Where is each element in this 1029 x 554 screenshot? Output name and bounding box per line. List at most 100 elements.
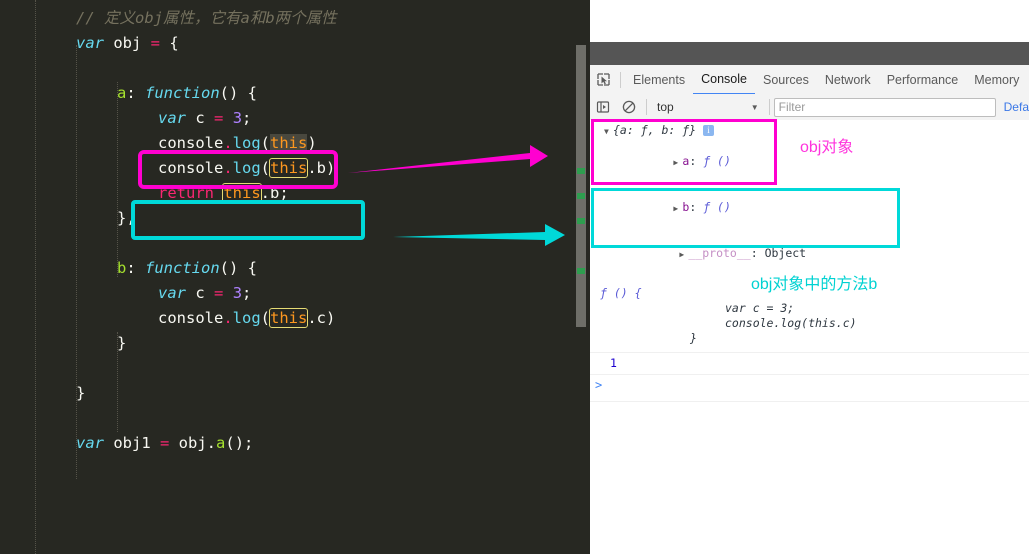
result-value: 1 (610, 356, 617, 370)
tab-memory[interactable]: Memory (966, 66, 1027, 94)
code-token: obj1 (104, 434, 160, 452)
function-body-line: console.log(this.c) (725, 316, 857, 330)
console-output[interactable]: ▼ {a: ƒ, b: ƒ} i ▶ a: ƒ () ▶ b: ƒ () ▶ __pro… (590, 120, 1029, 554)
code-line: // 定义obj属性，它有a和b两个属性 (76, 6, 337, 31)
code-line: var obj1 = obj.a(); (76, 431, 253, 456)
search-match-marker (577, 268, 585, 274)
code-token: this (269, 308, 309, 328)
code-token: a (216, 434, 226, 452)
tab-elements[interactable]: Elements (625, 66, 693, 94)
highlight-box-function-output (591, 188, 900, 248)
indent-guide (35, 0, 36, 554)
code-editor-pane[interactable]: // 定义obj属性，它有a和b两个属性 var obj = { a: functi… (0, 0, 590, 554)
tab-console[interactable]: Console (693, 65, 755, 95)
code-token: console (158, 309, 224, 327)
code-token: : (126, 259, 146, 277)
cyan-arrow (393, 224, 565, 246)
search-match-marker (577, 193, 585, 199)
code-token: log (232, 309, 261, 327)
devtools-drag-bar[interactable] (590, 42, 1029, 65)
inspect-cursor-icon[interactable] (590, 67, 616, 93)
code-token: var (76, 434, 104, 452)
toolbar-divider (620, 71, 621, 88)
code-token: obj (169, 434, 207, 452)
code-token: obj (104, 34, 151, 52)
code-token: () { (219, 259, 257, 277)
code-token: var (158, 284, 186, 302)
prompt-caret-icon: > (595, 378, 603, 392)
execution-context-select[interactable]: top ▼ (651, 100, 765, 114)
code-token: function (145, 84, 220, 102)
clear-console-icon[interactable] (616, 94, 642, 120)
function-symbol: ƒ () { (600, 286, 642, 300)
code-token: : (126, 84, 146, 102)
console-prompt-row[interactable]: > (590, 375, 1029, 402)
annotation-label-obj: obj对象 (800, 139, 854, 156)
property-value: Object (764, 246, 807, 260)
code-token: . (223, 309, 233, 327)
code-line: var obj = { (76, 31, 179, 56)
code-token: 3 (232, 284, 243, 302)
code-token: a (117, 84, 127, 102)
code-token: (); (225, 434, 254, 452)
highlight-box-console-log-this-b (131, 200, 365, 240)
execution-context-value: top (657, 100, 674, 114)
code-token: var (76, 34, 104, 52)
code-token: .c) (307, 309, 336, 327)
property-separator: : (750, 246, 765, 260)
code-line: } (117, 331, 126, 356)
indent-guide (76, 45, 77, 479)
toolbar-divider (768, 99, 770, 115)
browser-window: Elements Console Sources Network Perform… (590, 0, 1029, 554)
code-token: c (186, 284, 214, 302)
code-token: b (117, 259, 127, 277)
page-viewport (590, 0, 1029, 42)
console-toolbar: top ▼ Filter Defa (590, 94, 1029, 121)
code-token: = (214, 109, 224, 127)
code-token: } (76, 384, 86, 402)
function-body-line: var c = 3; (725, 301, 795, 315)
code-token: var (158, 109, 186, 127)
code-line: console.log(this.c) (158, 306, 335, 331)
code-token: ; (242, 284, 252, 302)
devtools-tabbar: Elements Console Sources Network Perform… (590, 65, 1029, 95)
code-line: var c = 3; (158, 281, 251, 306)
code-token: } (117, 334, 127, 352)
code-line: } (76, 381, 85, 406)
code-line: a: function() { (117, 81, 257, 106)
console-filter-placeholder: Filter (778, 99, 806, 114)
annotation-label-method-b: obj对象中的方法b (751, 276, 878, 293)
code-line: b: function() { (117, 256, 257, 281)
magenta-arrow (348, 145, 548, 173)
console-message-result: 1 (590, 353, 1029, 375)
console-filter-input[interactable]: Filter (773, 97, 996, 117)
log-levels-dropdown[interactable]: Defa (1004, 100, 1029, 114)
tab-sources[interactable]: Sources (755, 66, 817, 94)
console-sidebar-icon[interactable] (590, 94, 616, 120)
code-token: = (150, 34, 161, 52)
tab-network[interactable]: Network (817, 66, 879, 94)
function-tail: } (690, 331, 697, 345)
search-match-marker (577, 168, 585, 174)
code-token: { (160, 34, 179, 52)
property-key: __proto__ (688, 246, 751, 260)
code-token: () { (219, 84, 257, 102)
code-token: c (186, 109, 214, 127)
search-match-marker (577, 218, 585, 224)
highlight-box-obj-output (591, 119, 777, 185)
code-token: ( (260, 309, 271, 327)
code-token: // 定义obj属性，它有a和b两个属性 (76, 9, 337, 27)
editor-scrollbar-thumb[interactable] (576, 45, 586, 327)
tab-performance[interactable]: Performance (879, 66, 967, 94)
editor-scrollbar-track[interactable] (576, 0, 588, 554)
code-token: function (145, 259, 220, 277)
highlight-box-console-log-this (138, 150, 338, 189)
code-token: = (214, 284, 224, 302)
code-token: = (160, 434, 170, 452)
code-token: . (206, 434, 217, 452)
code-token: ; (242, 109, 252, 127)
code-token: 3 (232, 109, 243, 127)
chevron-down-icon: ▼ (750, 102, 759, 112)
